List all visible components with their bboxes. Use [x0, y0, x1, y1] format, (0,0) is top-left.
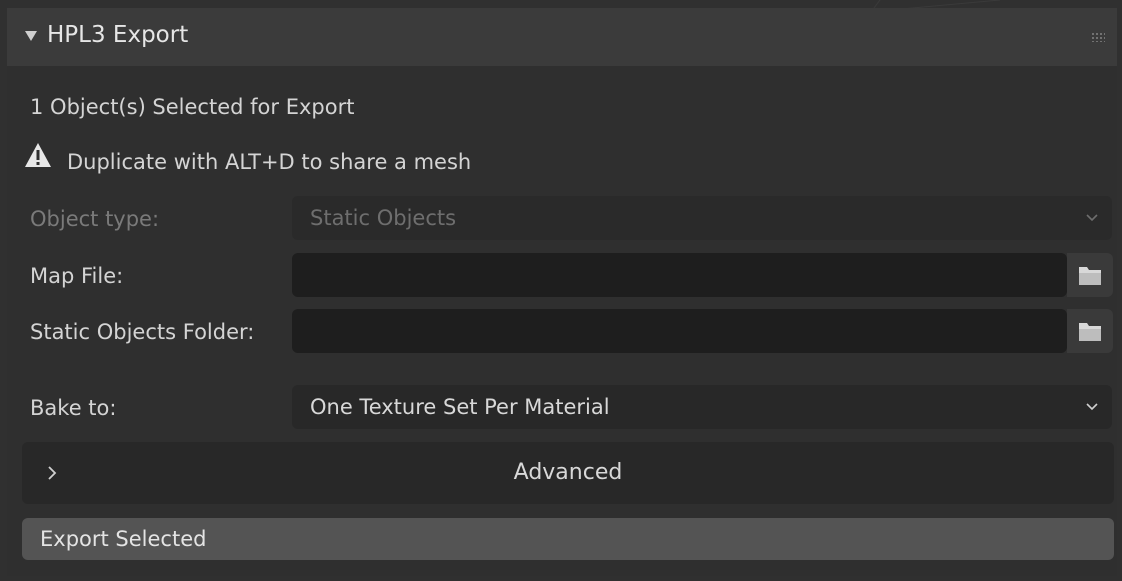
- panel-header[interactable]: HPL3 Export: [7, 8, 1117, 66]
- static-objects-folder-browse-button[interactable]: [1067, 309, 1113, 353]
- grip-icon[interactable]: [1091, 32, 1105, 42]
- advanced-subpanel-header[interactable]: Advanced: [22, 442, 1114, 504]
- triangle-down-icon[interactable]: [25, 31, 37, 41]
- map-file-browse-button[interactable]: [1067, 253, 1113, 297]
- bake-to-select[interactable]: One Texture Set Per Material: [292, 385, 1112, 429]
- object-type-label: Object type:: [30, 207, 160, 231]
- map-file-label: Map File:: [30, 264, 124, 288]
- bake-to-value: One Texture Set Per Material: [310, 395, 610, 419]
- folder-icon: [1079, 323, 1101, 341]
- warning-icon: [25, 143, 51, 167]
- warning-text: Duplicate with ALT+D to share a mesh: [67, 150, 472, 174]
- static-objects-folder-input[interactable]: [292, 309, 1067, 353]
- object-type-value: Static Objects: [310, 206, 457, 230]
- map-file-input[interactable]: [292, 253, 1067, 297]
- chevron-down-icon: [1086, 214, 1098, 222]
- advanced-label: Advanced: [513, 460, 623, 485]
- chevron-down-icon: [1086, 403, 1098, 411]
- panel-title: HPL3 Export: [47, 22, 189, 48]
- static-objects-folder-label: Static Objects Folder:: [30, 320, 255, 344]
- object-type-select: Static Objects: [292, 196, 1112, 240]
- bake-to-label: Bake to:: [30, 396, 117, 420]
- export-selected-label: Export Selected: [40, 527, 207, 551]
- folder-icon: [1079, 267, 1101, 285]
- hpl3-export-panel: HPL3 Export 1 Object(s) Selected for Exp…: [7, 8, 1117, 576]
- selected-count-text: 1 Object(s) Selected for Export: [30, 95, 355, 119]
- export-selected-button[interactable]: Export Selected: [22, 518, 1114, 560]
